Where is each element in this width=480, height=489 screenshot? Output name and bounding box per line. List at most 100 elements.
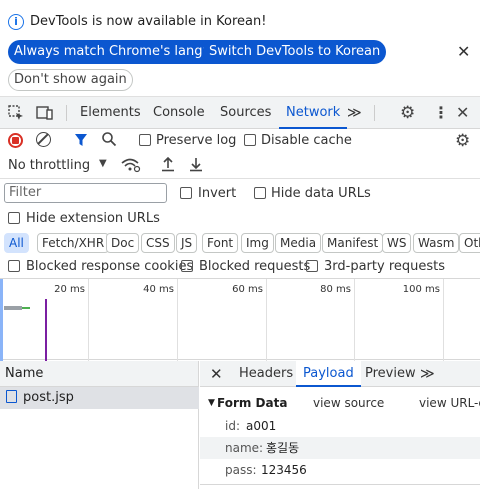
request-list-empty-area	[0, 409, 199, 489]
tab-elements[interactable]: Elements	[80, 97, 141, 129]
view-url-encoded-link[interactable]: view URL-e	[419, 392, 480, 414]
tab-headers[interactable]: Headers	[239, 361, 293, 387]
more-options-icon[interactable]: ⋮	[433, 103, 449, 122]
invert-checkbox[interactable]	[180, 187, 192, 199]
hide-extension-urls-label: Hide extension URLs	[26, 211, 160, 226]
disable-cache-label: Disable cache	[261, 133, 352, 148]
request-name: post.jsp	[23, 390, 74, 405]
document-icon	[6, 390, 17, 403]
hide-extension-urls-checkbox[interactable]	[8, 212, 20, 224]
language-infobar: i DevTools is now available in Korean! A…	[0, 0, 480, 97]
timeline-tick-label: 60 ms	[232, 284, 263, 295]
divider	[66, 105, 67, 121]
type-filter-media[interactable]: Media	[275, 233, 322, 253]
timeline-gridline	[443, 279, 444, 361]
disable-cache-checkbox[interactable]	[244, 134, 256, 146]
third-party-requests-label: 3rd-party requests	[324, 259, 446, 274]
blocked-requests-label: Blocked requests	[199, 259, 311, 274]
type-filter-css[interactable]: CSS	[141, 233, 175, 253]
invert-label: Invert	[198, 186, 237, 201]
form-field-row: name: 홍길동	[200, 437, 480, 459]
blocked-response-cookies-label: Blocked response cookies	[26, 259, 194, 274]
timeline-tick-label: 100 ms	[402, 284, 440, 295]
timeline-tick-label: 40 ms	[143, 284, 174, 295]
type-filter-js[interactable]: JS	[176, 233, 198, 253]
clear-icon[interactable]	[36, 132, 51, 147]
filter-funnel-icon[interactable]	[74, 132, 88, 151]
record-stop-icon[interactable]	[8, 133, 23, 148]
hide-data-urls-label: Hide data URLs	[271, 186, 371, 201]
network-settings-gear-icon[interactable]: ⚙	[455, 131, 470, 151]
type-filter-wasm[interactable]: Wasm	[413, 233, 460, 253]
switch-to-korean-button[interactable]: Switch DevTools to Korean	[203, 40, 387, 64]
form-field-row: id: a001	[200, 415, 480, 437]
timeline-gridline	[354, 279, 355, 361]
blocked-requests-checkbox[interactable]	[181, 260, 193, 272]
hide-data-urls-checkbox[interactable]	[254, 187, 266, 199]
device-toolbar-icon[interactable]	[36, 105, 54, 125]
search-icon[interactable]	[101, 131, 117, 150]
close-details-icon[interactable]: ✕	[210, 361, 223, 387]
timeline-tick-label: 20 ms	[54, 284, 85, 295]
form-data-title: Form Data	[217, 396, 288, 410]
settings-gear-icon[interactable]: ⚙	[400, 103, 415, 123]
request-waterfall-bar	[4, 306, 22, 310]
form-field-key: pass:	[225, 463, 257, 477]
timeline-left-handle[interactable]	[0, 279, 3, 361]
close-infobar-icon[interactable]: ✕	[457, 42, 470, 61]
form-field-value: 123456	[261, 463, 307, 477]
tab-sources[interactable]: Sources	[220, 97, 271, 129]
type-filter-ws[interactable]: WS	[382, 233, 412, 253]
preserve-log-label: Preserve log	[156, 133, 237, 148]
throttling-select[interactable]: No throttling	[8, 158, 90, 173]
type-filter-font[interactable]: Font	[202, 233, 239, 253]
request-row[interactable]: post.jsp	[0, 387, 199, 409]
form-field-value: a001	[246, 419, 277, 433]
timeline-gridline	[177, 279, 178, 361]
chevron-down-icon[interactable]: ▼	[99, 158, 107, 169]
timeline-gridline	[266, 279, 267, 361]
timeline-tick-label: 80 ms	[320, 284, 351, 295]
form-field-key: name:	[225, 441, 264, 455]
preserve-log-checkbox[interactable]	[139, 134, 151, 146]
divider	[200, 484, 480, 485]
dont-show-again-button[interactable]: Don't show again	[8, 69, 133, 91]
type-filter-img[interactable]: Img	[241, 233, 274, 253]
dom-content-loaded-marker	[45, 299, 47, 361]
timeline-overview[interactable]: 20 ms 40 ms 60 ms 80 ms 100 ms	[0, 278, 480, 361]
close-devtools-icon[interactable]: ✕	[456, 103, 469, 122]
request-waterfall-download	[22, 307, 30, 309]
request-details-tabbar: ✕ Headers Payload Preview ≫	[200, 361, 480, 387]
form-field-value: 홍길동	[266, 441, 300, 455]
form-field-row: pass: 123456	[200, 459, 480, 481]
more-tabs-chevron-icon[interactable]: ≫	[347, 97, 362, 129]
triangle-down-icon: ▼	[208, 398, 215, 408]
type-filter-all[interactable]: All	[4, 233, 29, 253]
form-data-section-header[interactable]: ▼ Form Data view source view URL-e	[200, 392, 480, 414]
filter-input[interactable]: Filter	[4, 183, 167, 203]
tab-payload[interactable]: Payload	[296, 361, 361, 387]
more-detail-tabs-chevron-icon[interactable]: ≫	[420, 361, 435, 387]
import-har-upload-icon[interactable]	[161, 156, 175, 175]
export-har-download-icon[interactable]	[189, 156, 203, 175]
tab-console[interactable]: Console	[153, 97, 205, 129]
third-party-requests-checkbox[interactable]	[306, 260, 318, 272]
timeline-gridline	[88, 279, 89, 361]
throttling-toolbar: No throttling ▼	[0, 153, 480, 179]
type-filter-manifest[interactable]: Manifest	[322, 233, 384, 253]
type-filter-fetch-xhr[interactable]: Fetch/XHR	[37, 233, 110, 253]
form-field-key: id:	[225, 419, 240, 433]
type-filter-doc[interactable]: Doc	[106, 233, 140, 253]
tab-network[interactable]: Network	[279, 97, 348, 129]
network-toolbar: Preserve log Disable cache ⚙	[0, 129, 480, 153]
info-icon: i	[8, 14, 24, 30]
network-conditions-wifi-icon[interactable]	[121, 157, 141, 176]
tab-preview[interactable]: Preview	[365, 361, 416, 387]
name-column-header[interactable]: Name	[0, 361, 199, 387]
view-source-link[interactable]: view source	[313, 392, 384, 414]
blocked-response-cookies-checkbox[interactable]	[8, 260, 20, 272]
inspect-element-icon[interactable]	[8, 105, 24, 125]
type-filter-other[interactable]: Oth	[459, 233, 480, 253]
devtools-tabbar: Elements Console Sources Network ≫ ⚙ ⋮ ✕	[0, 97, 480, 129]
infobar-message: DevTools is now available in Korean!	[30, 14, 267, 29]
